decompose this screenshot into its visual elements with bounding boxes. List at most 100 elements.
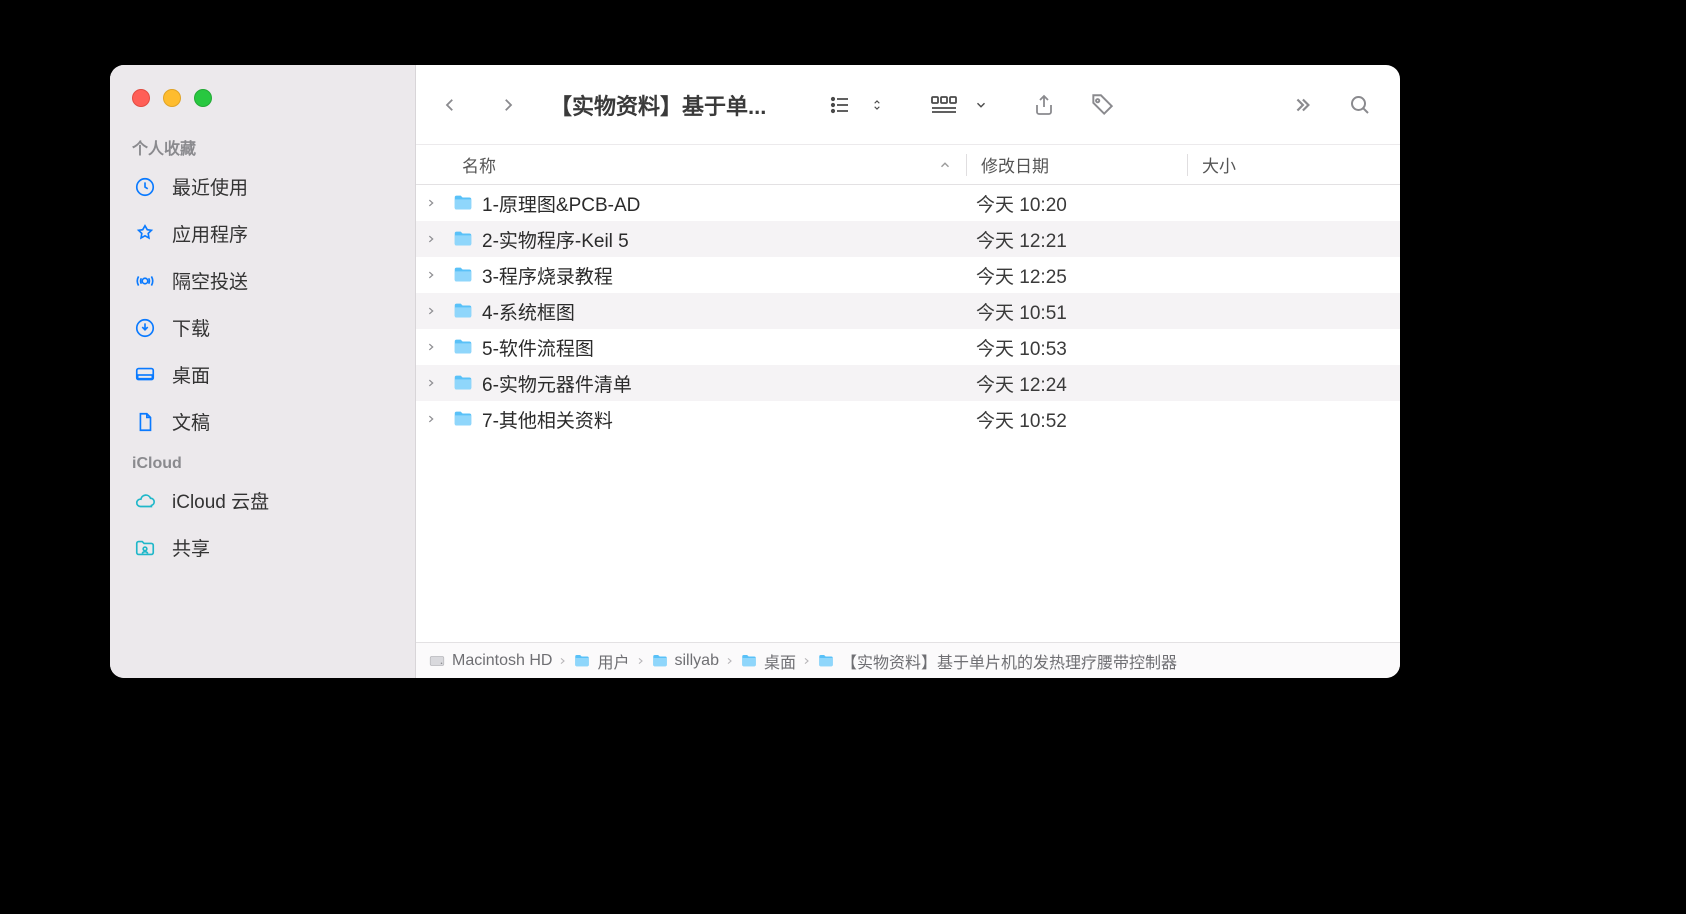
breadcrumb-item[interactable]: 【实物资料】基于单片机的发热理疗腰带控制器 <box>817 649 1177 673</box>
sidebar-item-recents[interactable]: 最近使用 <box>110 163 415 210</box>
main-panel: 【实物资料】基于单... <box>416 65 1400 678</box>
file-list: 1-原理图&PCB-AD今天 10:202-实物程序-Keil 5今天 12:2… <box>416 185 1400 642</box>
file-date: 今天 12:21 <box>962 226 1182 253</box>
folder-icon <box>452 336 474 358</box>
toolbar-overflow-button[interactable] <box>1278 81 1326 129</box>
finder-window: 个人收藏 最近使用 应用程序 隔空投送 <box>110 65 1400 678</box>
file-date: 今天 10:51 <box>962 298 1182 325</box>
folder-icon <box>740 652 758 670</box>
breadcrumb-label: Macintosh HD <box>452 652 552 670</box>
disclosure-triangle-icon[interactable] <box>426 197 450 209</box>
file-name: 6-实物元器件清单 <box>482 370 962 397</box>
disclosure-triangle-icon[interactable] <box>426 341 450 353</box>
folder-icon <box>651 652 669 670</box>
file-name: 1-原理图&PCB-AD <box>482 190 962 217</box>
sidebar-item-label: 应用程序 <box>172 220 248 247</box>
breadcrumb-item[interactable]: sillyab <box>651 652 719 670</box>
minimize-window-button[interactable] <box>163 89 181 107</box>
sidebar-item-shared[interactable]: 共享 <box>110 524 415 571</box>
sort-ascending-icon <box>938 158 952 172</box>
sidebar-item-airdrop[interactable]: 隔空投送 <box>110 257 415 304</box>
sidebar: 个人收藏 最近使用 应用程序 隔空投送 <box>110 65 416 678</box>
file-row[interactable]: 7-其他相关资料今天 10:52 <box>416 401 1400 437</box>
view-menu-chevrons-icon[interactable] <box>866 81 888 129</box>
breadcrumb-item[interactable]: 桌面 <box>740 649 796 673</box>
disclosure-triangle-icon[interactable] <box>426 233 450 245</box>
breadcrumb-separator-icon <box>725 655 734 667</box>
window-title: 【实物资料】基于单... <box>550 89 766 121</box>
zoom-window-button[interactable] <box>194 89 212 107</box>
sidebar-item-label: 隔空投送 <box>172 267 248 294</box>
breadcrumb-separator-icon <box>802 655 811 667</box>
breadcrumb-label: 桌面 <box>764 649 796 673</box>
sidebar-item-label: iCloud 云盘 <box>172 487 269 514</box>
sidebar-item-label: 共享 <box>172 534 210 561</box>
sidebar-item-documents[interactable]: 文稿 <box>110 398 415 445</box>
desktop-icon <box>132 362 158 388</box>
folder-icon <box>452 264 474 286</box>
disclosure-triangle-icon[interactable] <box>426 269 450 281</box>
file-name: 5-软件流程图 <box>482 334 962 361</box>
file-row[interactable]: 2-实物程序-Keil 5今天 12:21 <box>416 221 1400 257</box>
share-button[interactable] <box>1020 81 1068 129</box>
sidebar-item-applications[interactable]: 应用程序 <box>110 210 415 257</box>
view-list-button[interactable] <box>816 81 864 129</box>
document-icon <box>132 409 158 435</box>
close-window-button[interactable] <box>132 89 150 107</box>
file-row[interactable]: 1-原理图&PCB-AD今天 10:20 <box>416 185 1400 221</box>
applications-icon <box>132 221 158 247</box>
window-controls <box>110 77 415 125</box>
breadcrumb-label: 用户 <box>597 649 629 673</box>
forward-button[interactable] <box>484 81 532 129</box>
breadcrumb-separator-icon <box>636 655 645 667</box>
file-name: 7-其他相关资料 <box>482 406 962 433</box>
sidebar-item-desktop[interactable]: 桌面 <box>110 351 415 398</box>
column-header: 名称 修改日期 大小 <box>416 145 1400 185</box>
column-size-label: 大小 <box>1202 157 1236 176</box>
sidebar-item-icloud-drive[interactable]: iCloud 云盘 <box>110 477 415 524</box>
folder-icon <box>817 652 835 670</box>
disclosure-triangle-icon[interactable] <box>426 305 450 317</box>
file-row[interactable]: 4-系统框图今天 10:51 <box>416 293 1400 329</box>
path-bar: Macintosh HD 用户 sillyab 桌面 【实物资料】基于单片机的发热理疗腰… <box>416 642 1400 678</box>
file-name: 3-程序烧录教程 <box>482 262 962 289</box>
file-row[interactable]: 5-软件流程图今天 10:53 <box>416 329 1400 365</box>
search-button[interactable] <box>1336 81 1384 129</box>
breadcrumb-label: 【实物资料】基于单片机的发热理疗腰带控制器 <box>841 649 1177 673</box>
file-date: 今天 10:20 <box>962 190 1182 217</box>
sidebar-item-label: 文稿 <box>172 408 210 435</box>
airdrop-icon <box>132 268 158 294</box>
cloud-icon <box>132 488 158 514</box>
breadcrumb-item[interactable]: Macintosh HD <box>428 652 552 670</box>
column-name-label: 名称 <box>462 152 496 177</box>
folder-icon <box>452 228 474 250</box>
back-button[interactable] <box>426 81 474 129</box>
sidebar-item-label: 下载 <box>172 314 210 341</box>
file-row[interactable]: 3-程序烧录教程今天 12:25 <box>416 257 1400 293</box>
group-by-chevron-icon[interactable] <box>970 81 992 129</box>
tags-button[interactable] <box>1078 81 1126 129</box>
column-date[interactable]: 修改日期 <box>967 152 1187 177</box>
column-size[interactable]: 大小 <box>1188 152 1400 177</box>
file-row[interactable]: 6-实物元器件清单今天 12:24 <box>416 365 1400 401</box>
sidebar-section-favorites: 个人收藏 <box>110 125 415 163</box>
sidebar-item-label: 最近使用 <box>172 173 248 200</box>
folder-icon <box>452 408 474 430</box>
file-name: 2-实物程序-Keil 5 <box>482 226 962 253</box>
folder-icon <box>452 300 474 322</box>
file-name: 4-系统框图 <box>482 298 962 325</box>
group-by-button[interactable] <box>920 81 968 129</box>
breadcrumb-label: sillyab <box>675 652 719 670</box>
breadcrumb-item[interactable]: 用户 <box>573 649 629 673</box>
column-date-label: 修改日期 <box>981 157 1049 176</box>
column-name[interactable]: 名称 <box>416 152 966 177</box>
disclosure-triangle-icon[interactable] <box>426 413 450 425</box>
clock-icon <box>132 174 158 200</box>
toolbar: 【实物资料】基于单... <box>416 65 1400 145</box>
file-date: 今天 12:25 <box>962 262 1182 289</box>
shared-folder-icon <box>132 535 158 561</box>
sidebar-item-label: 桌面 <box>172 361 210 388</box>
breadcrumb-separator-icon <box>558 655 567 667</box>
sidebar-item-downloads[interactable]: 下载 <box>110 304 415 351</box>
disclosure-triangle-icon[interactable] <box>426 377 450 389</box>
